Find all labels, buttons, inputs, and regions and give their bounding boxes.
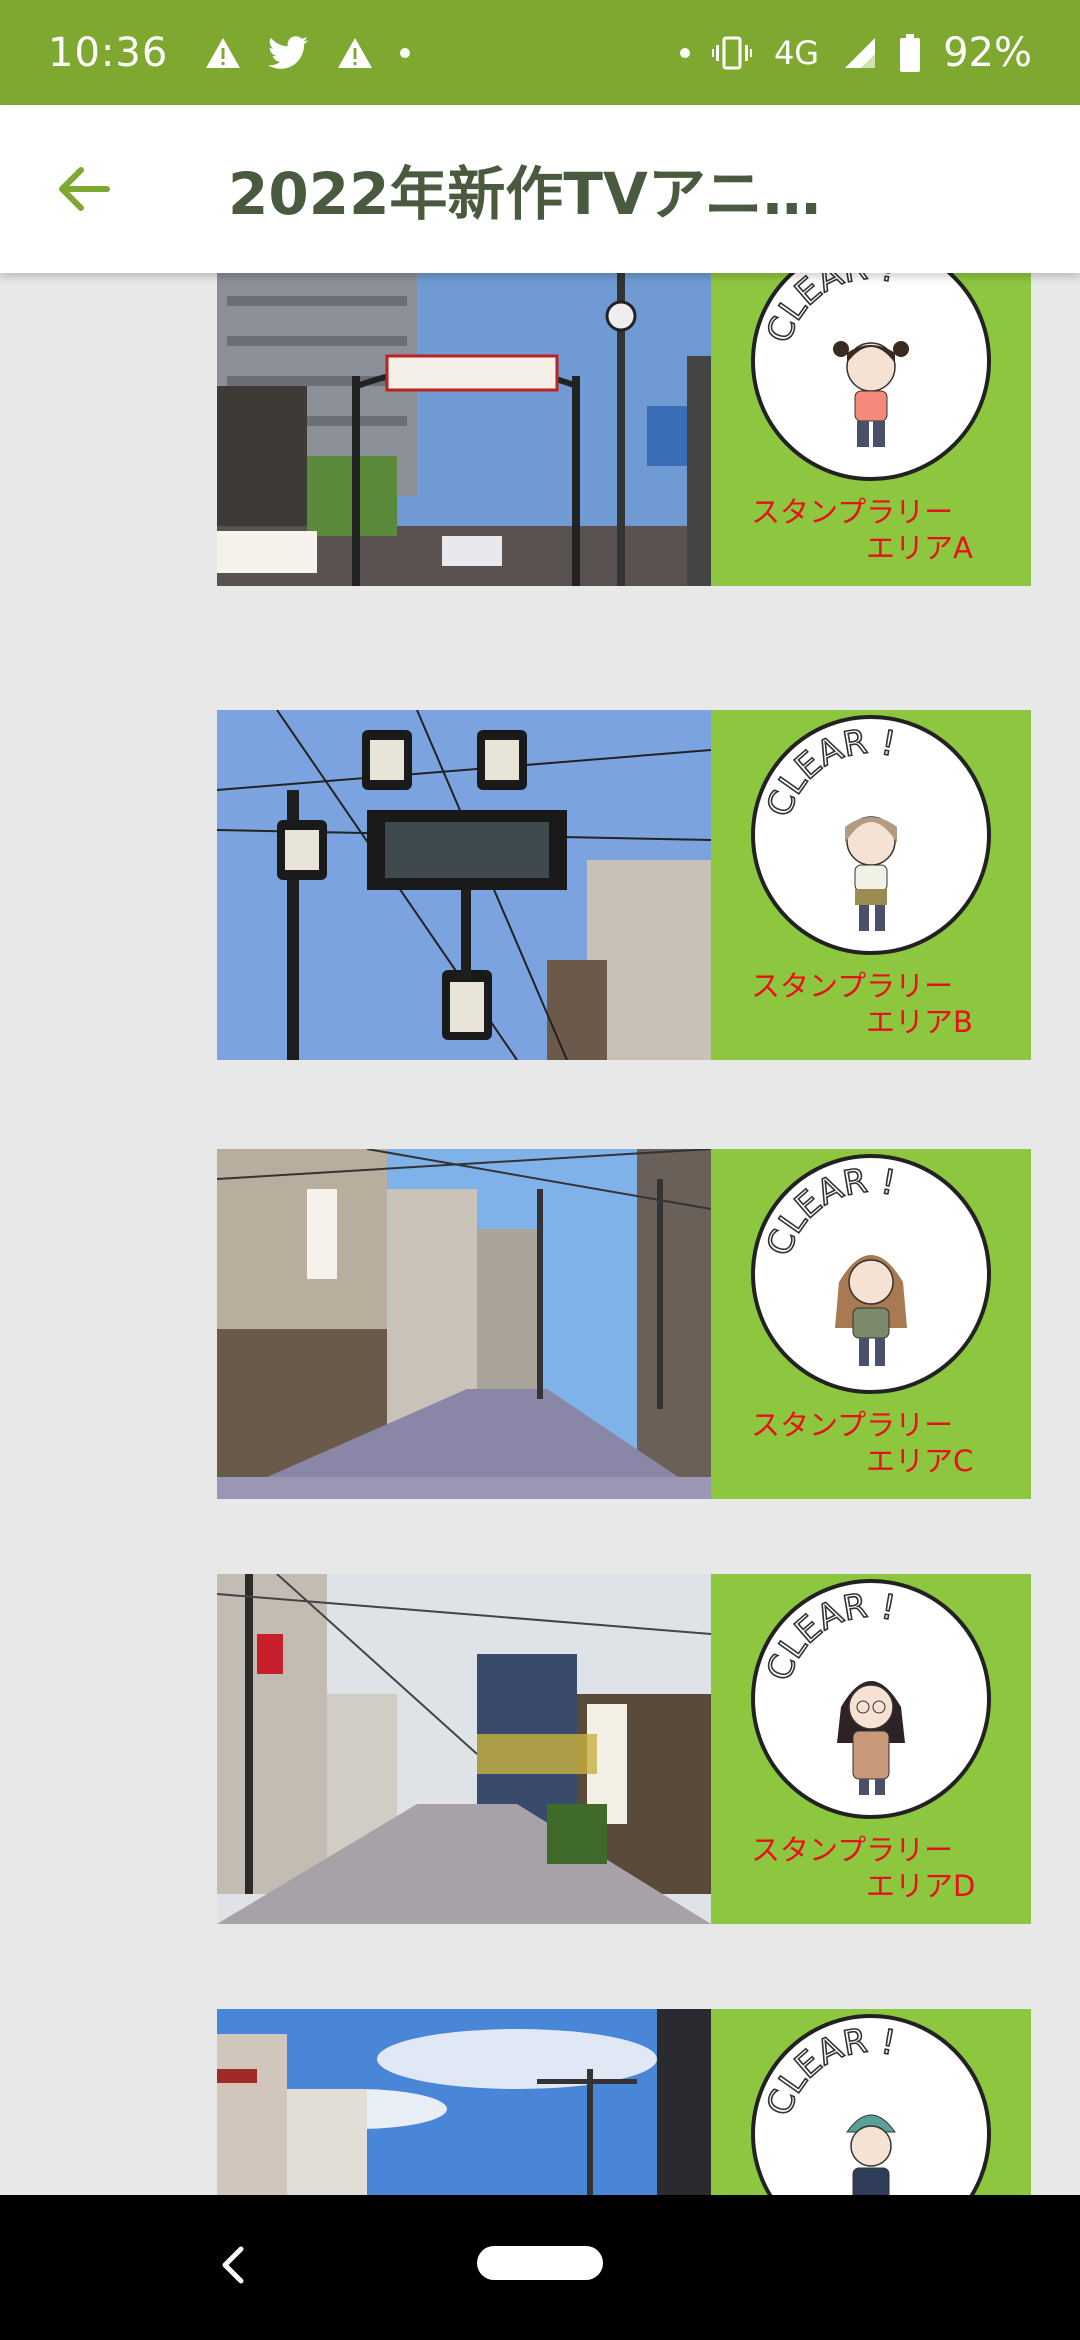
clear-stamp: CLEAR ! xyxy=(751,1579,991,1819)
stamp-clear-text: CLEAR ! xyxy=(758,721,899,823)
stamp-label: スタンプラリー エリアA xyxy=(751,494,973,566)
stamp-panel: CLEAR ! スタンプラリー エリアC xyxy=(711,1149,1031,1499)
stamp-card-area-e[interactable]: CLEAR ! xyxy=(217,2009,1031,2195)
stamp-label-line1: スタンプラリー xyxy=(751,1408,954,1442)
stamp-label-line2: エリアB xyxy=(866,1005,973,1039)
nav-back-icon[interactable] xyxy=(205,2235,265,2295)
stamp-clear-text: CLEAR ! xyxy=(758,1585,899,1687)
signal-icon xyxy=(845,37,876,68)
stamp-label-line1: スタンプラリー xyxy=(751,495,954,529)
dot-icon xyxy=(679,47,690,58)
stamp-clear-text: CLEAR ! xyxy=(758,273,899,349)
svg-text:CLEAR !: CLEAR ! xyxy=(759,722,898,822)
page-title: 2022年新作TVアニ… xyxy=(228,160,821,228)
dot-icon xyxy=(400,47,411,58)
area-photo xyxy=(217,1149,711,1499)
status-time: 10:36 xyxy=(48,29,169,76)
stamp-panel: CLEAR ! スタンプラリー エリアD xyxy=(711,1574,1031,1924)
clear-stamp: CLEAR ! xyxy=(751,715,991,955)
area-photo xyxy=(217,273,711,586)
alert-icon xyxy=(338,37,373,68)
nav-home-pill[interactable] xyxy=(477,2245,603,2280)
battery-percent: 92% xyxy=(943,29,1032,76)
stamp-label: スタンプラリー エリアC xyxy=(751,1407,973,1479)
back-button[interactable] xyxy=(0,105,168,273)
stamp-label: スタンプラリー エリアD xyxy=(751,1832,975,1904)
area-photo xyxy=(217,710,711,1060)
stamp-label-line2: エリアA xyxy=(866,531,973,565)
alert-icon xyxy=(206,37,241,68)
clear-stamp: CLEAR ! xyxy=(751,1154,991,1394)
stamp-panel: CLEAR ! xyxy=(711,2009,1031,2195)
stamp-card-area-c[interactable]: CLEAR ! スタンプラリー エリアC xyxy=(217,1149,1031,1499)
stamp-label-line1: スタンプラリー xyxy=(751,969,954,1003)
stamp-label: スタンプラリー エリアB xyxy=(751,968,973,1040)
app-bar: 2022年新作TVアニ… xyxy=(0,105,1080,273)
svg-text:CLEAR !: CLEAR ! xyxy=(759,1586,898,1686)
area-photo xyxy=(217,1574,711,1924)
vibrate-icon xyxy=(711,36,752,69)
stamp-panel: CLEAR ! スタンプラリー エリアB xyxy=(711,710,1031,1060)
clear-stamp: CLEAR ! xyxy=(751,2014,991,2195)
network-type: 4G xyxy=(773,33,820,72)
stamp-label-line2: エリアC xyxy=(866,1444,974,1478)
area-photo xyxy=(217,2009,711,2195)
svg-text:CLEAR !: CLEAR ! xyxy=(759,273,898,348)
stamp-clear-text: CLEAR ! xyxy=(758,2020,899,2122)
svg-text:CLEAR !: CLEAR ! xyxy=(759,1161,898,1261)
clear-stamp: CLEAR ! xyxy=(751,273,991,481)
stamp-card-area-d[interactable]: CLEAR ! スタンプラリー エリアD xyxy=(217,1574,1031,1924)
stamp-label-line1: スタンプラリー xyxy=(751,1833,954,1867)
status-bar: 10:36 4G 92% xyxy=(0,0,1080,105)
stamp-list[interactable]: CLEAR ! スタンプラリー エリアA xyxy=(0,273,1080,2195)
stamp-panel: CLEAR ! スタンプラリー エリアA xyxy=(711,273,1031,586)
system-nav-bar xyxy=(0,2195,1080,2340)
stamp-card-area-b[interactable]: CLEAR ! スタンプラリー エリアB xyxy=(217,710,1031,1060)
svg-text:CLEAR !: CLEAR ! xyxy=(759,2021,898,2121)
stamp-card-area-a[interactable]: CLEAR ! スタンプラリー エリアA xyxy=(217,273,1031,586)
stamp-label-line2: エリアD xyxy=(866,1869,976,1903)
stamp-clear-text: CLEAR ! xyxy=(758,1160,899,1262)
battery-icon xyxy=(900,33,921,72)
arrow-back-icon xyxy=(59,167,110,211)
twitter-icon xyxy=(268,35,309,69)
